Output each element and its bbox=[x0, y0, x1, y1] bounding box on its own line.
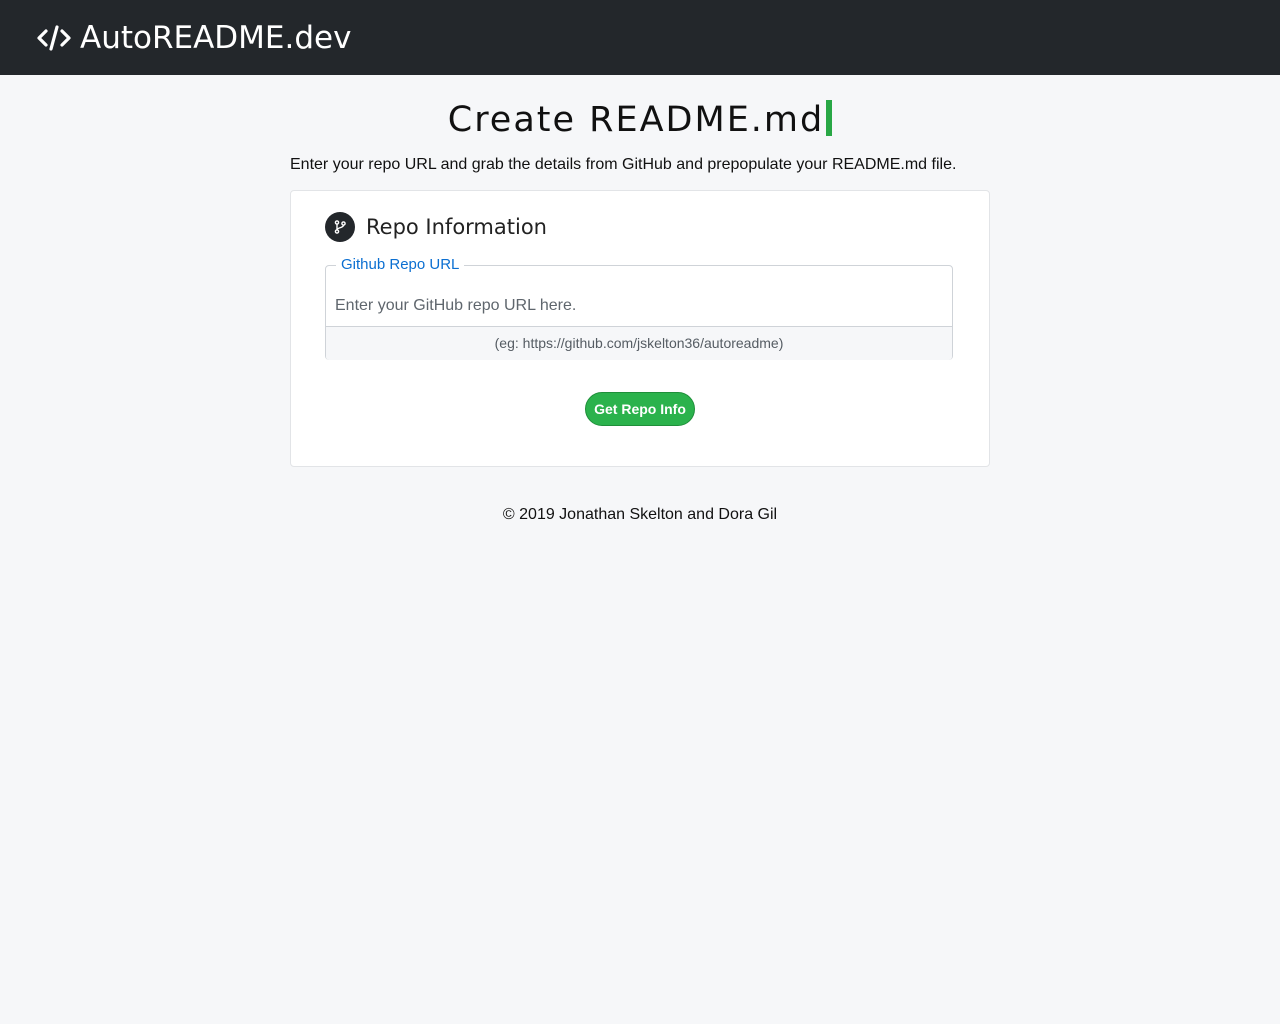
page-title: Create README.md bbox=[0, 100, 1280, 140]
brand-name: AutoREADME.dev bbox=[80, 19, 352, 56]
footer-copyright: © 2019 Jonathan Skelton and Dora Gil bbox=[502, 506, 778, 523]
get-repo-info-button[interactable]: Get Repo Info bbox=[585, 392, 695, 426]
repo-url-legend: Github Repo URL bbox=[336, 256, 465, 273]
page-description: Enter your repo URL and grab the details… bbox=[290, 156, 957, 173]
brand-link[interactable]: AutoREADME.dev bbox=[36, 20, 351, 56]
code-icon bbox=[36, 24, 72, 52]
repo-url-input[interactable] bbox=[326, 286, 952, 326]
typing-cursor bbox=[826, 100, 833, 136]
page-title-text: Create README.md bbox=[447, 100, 825, 140]
repo-url-fieldset: Github Repo URL (eg: https://github.com/… bbox=[325, 256, 953, 360]
git-branch-icon bbox=[325, 212, 355, 242]
repo-info-card: Repo Information Github Repo URL (eg: ht… bbox=[290, 190, 990, 467]
top-navbar: AutoREADME.dev bbox=[0, 0, 1280, 75]
card-title: Repo Information bbox=[366, 215, 547, 239]
card-header: Repo Information bbox=[325, 212, 547, 242]
repo-url-hint: (eg: https://github.com/jskelton36/autor… bbox=[326, 326, 952, 360]
